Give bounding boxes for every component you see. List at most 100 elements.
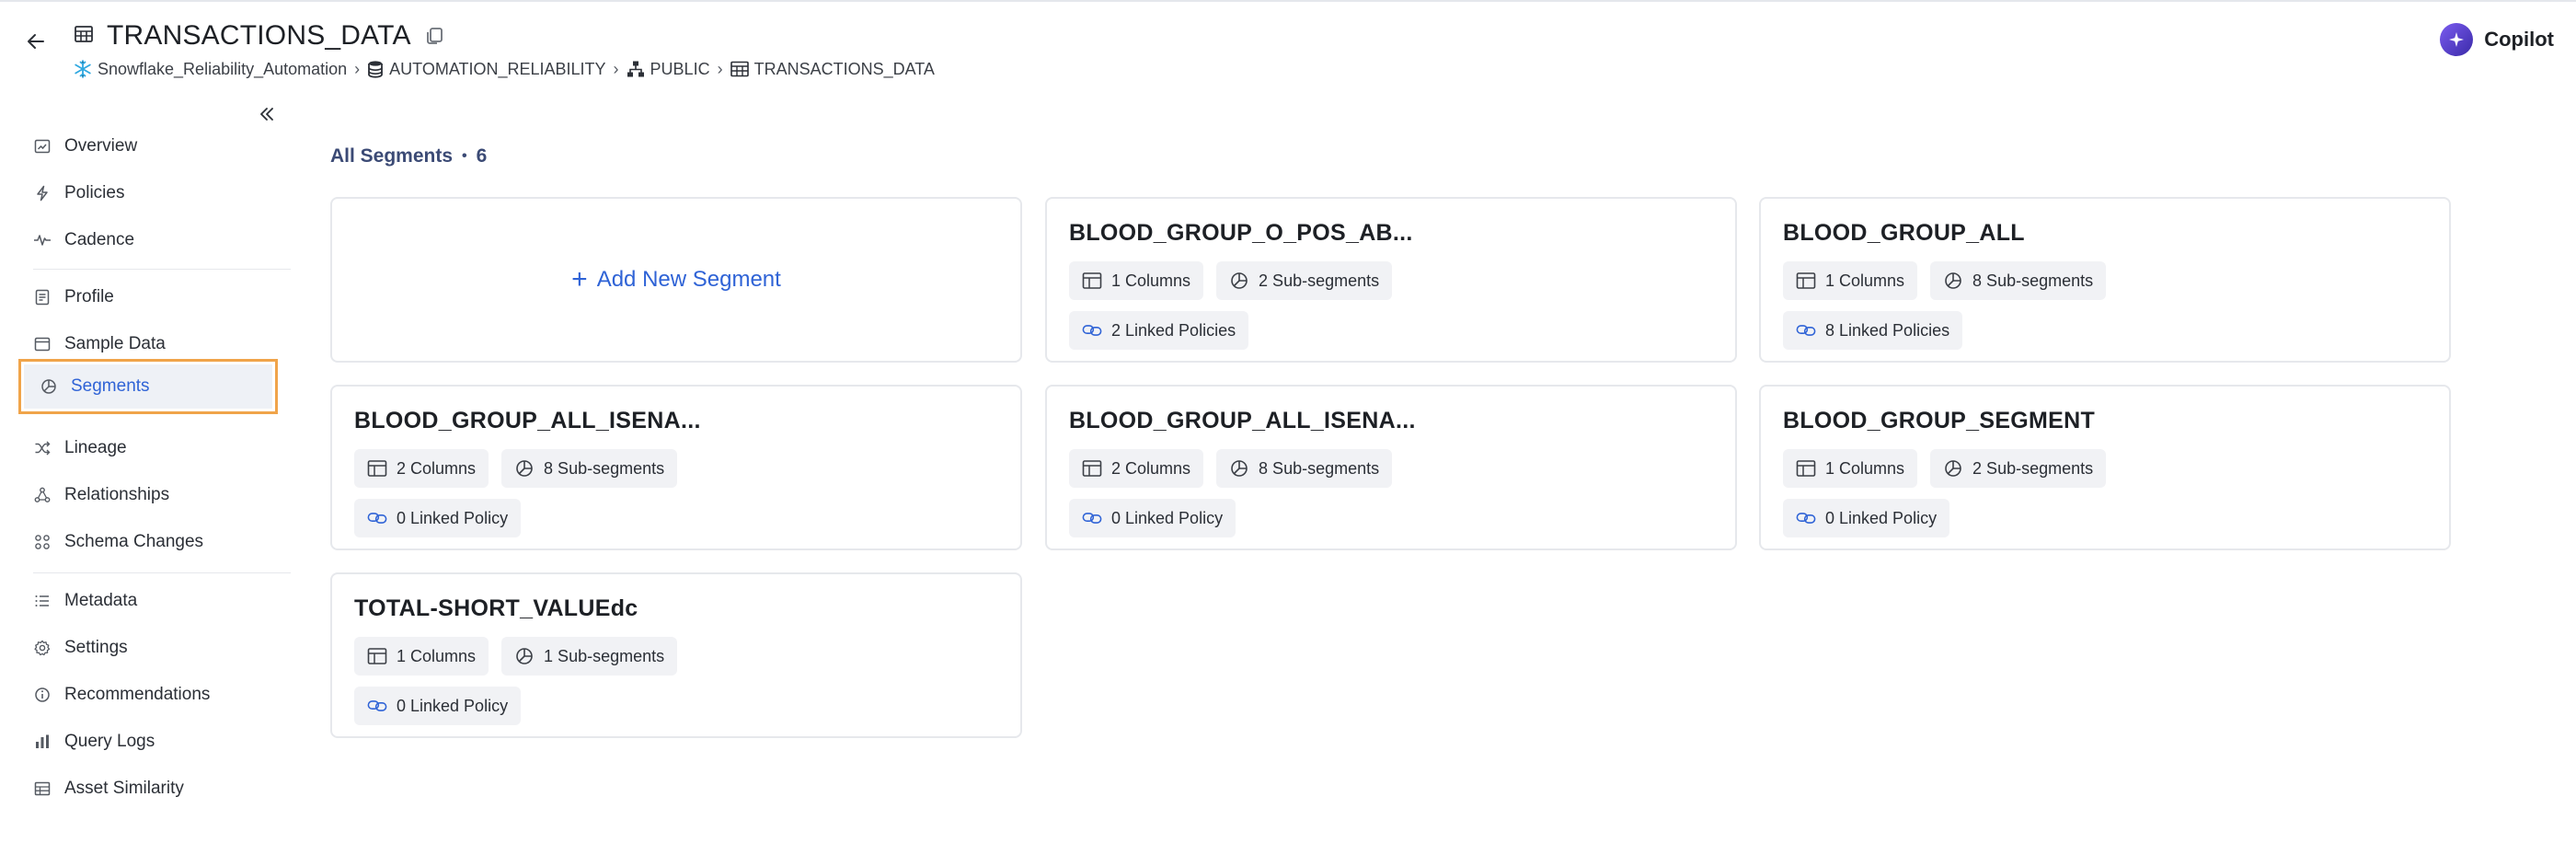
sidebar-item-metadata[interactable]: Metadata: [15, 580, 282, 622]
overview-icon: [33, 137, 52, 156]
columns-icon: [1796, 458, 1816, 479]
sidebar-item-relationships[interactable]: Relationships: [15, 474, 282, 516]
add-segment-button[interactable]: + Add New Segment: [571, 266, 781, 294]
subsegments-chip[interactable]: 1 Sub-segments: [501, 637, 678, 676]
plus-icon: +: [571, 264, 588, 294]
link-icon: [1082, 508, 1102, 528]
segment-name: BLOOD_GROUP_ALL_ISENA...: [1069, 408, 1416, 433]
page-title: TRANSACTIONS_DATA: [107, 20, 411, 51]
nav-divider: [33, 269, 291, 270]
breadcrumb: Snowflake_Reliability_Automation › AUTOM…: [74, 57, 935, 81]
columns-chip[interactable]: 2 Columns: [1069, 449, 1204, 488]
snowflake-icon: [74, 60, 92, 78]
linked-policies-chip[interactable]: 0 Linked Policy: [1783, 499, 1950, 537]
columns-icon: [367, 458, 387, 479]
breadcrumb-connection[interactable]: Snowflake_Reliability_Automation: [74, 60, 347, 79]
breadcrumb-schema[interactable]: PUBLIC: [627, 60, 710, 79]
segment-name: BLOOD_GROUP_O_POS_AB...: [1069, 220, 1413, 246]
sidebar-item-query-logs[interactable]: Query Logs: [15, 721, 282, 763]
linked-policies-chip[interactable]: 0 Linked Policy: [354, 687, 522, 725]
grid-table-icon: [33, 779, 52, 798]
columns-icon: [367, 646, 387, 666]
collapse-sidebar-button[interactable]: [254, 101, 280, 127]
columns-icon: [1082, 458, 1102, 479]
sidebar-item-settings[interactable]: Settings: [15, 627, 282, 669]
segment-card[interactable]: BLOOD_GROUP_SEGMENT 1 Columns 2 Sub-segm…: [1759, 385, 2451, 550]
bar-chart-icon: [33, 733, 52, 751]
info-icon: [33, 686, 52, 704]
columns-icon: [1796, 271, 1816, 291]
bolt-icon: [33, 184, 52, 202]
sidebar-item-asset-similarity[interactable]: Asset Similarity: [15, 768, 282, 810]
pie-chart-icon: [1229, 458, 1249, 479]
pie-chart-icon: [514, 458, 535, 479]
columns-chip[interactable]: 1 Columns: [354, 637, 489, 676]
separator-dot: •: [462, 148, 467, 164]
sidebar-item-cadence[interactable]: Cadence: [15, 219, 282, 261]
linked-policies-chip[interactable]: 2 Linked Policies: [1069, 311, 1249, 350]
segment-card[interactable]: BLOOD_GROUP_O_POS_AB... 1 Columns 2 Sub-…: [1045, 197, 1737, 363]
columns-chip[interactable]: 2 Columns: [354, 449, 489, 488]
chevron-right-icon: ›: [354, 59, 361, 78]
subsegments-chip[interactable]: 2 Sub-segments: [1216, 261, 1393, 300]
sidebar-item-overview[interactable]: Overview: [15, 125, 282, 167]
segments-heading: All Segments • 6: [330, 145, 488, 167]
pie-chart-icon: [514, 646, 535, 666]
list-icon: [33, 592, 52, 610]
segment-card[interactable]: BLOOD_GROUP_ALL_ISENA... 2 Columns 8 Sub…: [330, 385, 1022, 550]
sidebar-item-policies[interactable]: Policies: [15, 172, 282, 214]
pie-chart-icon: [1943, 458, 1963, 479]
sidebar-item-segments[interactable]: Segments: [18, 359, 278, 414]
segment-name: BLOOD_GROUP_ALL_ISENA...: [354, 408, 701, 433]
segments-icon: [40, 377, 58, 396]
columns-chip[interactable]: 1 Columns: [1783, 261, 1918, 300]
link-icon: [1082, 320, 1102, 341]
sample-data-icon: [33, 335, 52, 353]
relationships-icon: [33, 486, 52, 504]
linked-policies-chip[interactable]: 8 Linked Policies: [1783, 311, 1963, 350]
subsegments-chip[interactable]: 8 Sub-segments: [1930, 261, 2107, 300]
sidebar-item-schema-changes[interactable]: Schema Changes: [15, 521, 282, 563]
segments-count: 6: [476, 145, 488, 167]
columns-chip[interactable]: 1 Columns: [1069, 261, 1204, 300]
subsegments-chip[interactable]: 8 Sub-segments: [501, 449, 678, 488]
page-header: TRANSACTIONS_DATA: [74, 17, 444, 55]
sparkle-icon: [2440, 23, 2474, 56]
profile-icon: [33, 288, 52, 306]
add-segment-card[interactable]: + Add New Segment: [330, 197, 1022, 363]
chevrons-left-icon: [260, 108, 273, 121]
columns-chip[interactable]: 1 Columns: [1783, 449, 1918, 488]
subsegments-chip[interactable]: 8 Sub-segments: [1216, 449, 1393, 488]
link-icon: [367, 696, 387, 716]
breadcrumb-database[interactable]: AUTOMATION_RELIABILITY: [367, 60, 606, 79]
lineage-icon: [33, 439, 52, 457]
sidebar-item-recommendations[interactable]: Recommendations: [15, 674, 282, 716]
pie-chart-icon: [1943, 271, 1963, 291]
database-icon: [367, 60, 384, 78]
segment-name: TOTAL-SHORT_VALUEdc: [354, 595, 638, 621]
chevron-right-icon: ›: [613, 59, 619, 78]
schema-changes-icon: [33, 533, 52, 551]
table-icon: [730, 61, 749, 77]
linked-policies-chip[interactable]: 0 Linked Policy: [1069, 499, 1236, 537]
copy-icon[interactable]: [424, 26, 444, 46]
nav-divider: [33, 572, 291, 573]
link-icon: [1796, 320, 1816, 341]
sidebar-item-lineage[interactable]: Lineage: [15, 427, 282, 469]
segment-card[interactable]: BLOOD_GROUP_ALL 1 Columns 8 Sub-segments…: [1759, 197, 2451, 363]
copilot-button[interactable]: Copilot: [2440, 20, 2554, 59]
segment-name: BLOOD_GROUP_SEGMENT: [1783, 408, 2096, 433]
breadcrumb-table[interactable]: TRANSACTIONS_DATA: [730, 60, 935, 79]
link-icon: [367, 508, 387, 528]
link-icon: [1796, 508, 1816, 528]
linked-policies-chip[interactable]: 0 Linked Policy: [354, 499, 522, 537]
columns-icon: [1082, 271, 1102, 291]
gear-icon: [33, 639, 52, 657]
subsegments-chip[interactable]: 2 Sub-segments: [1930, 449, 2107, 488]
sidebar-item-profile[interactable]: Profile: [15, 276, 282, 318]
table-icon: [74, 24, 94, 49]
segment-card[interactable]: TOTAL-SHORT_VALUEdc 1 Columns 1 Sub-segm…: [330, 572, 1022, 738]
chevron-right-icon: ›: [717, 59, 723, 78]
back-button[interactable]: [20, 26, 52, 57]
segment-card[interactable]: BLOOD_GROUP_ALL_ISENA... 2 Columns 8 Sub…: [1045, 385, 1737, 550]
